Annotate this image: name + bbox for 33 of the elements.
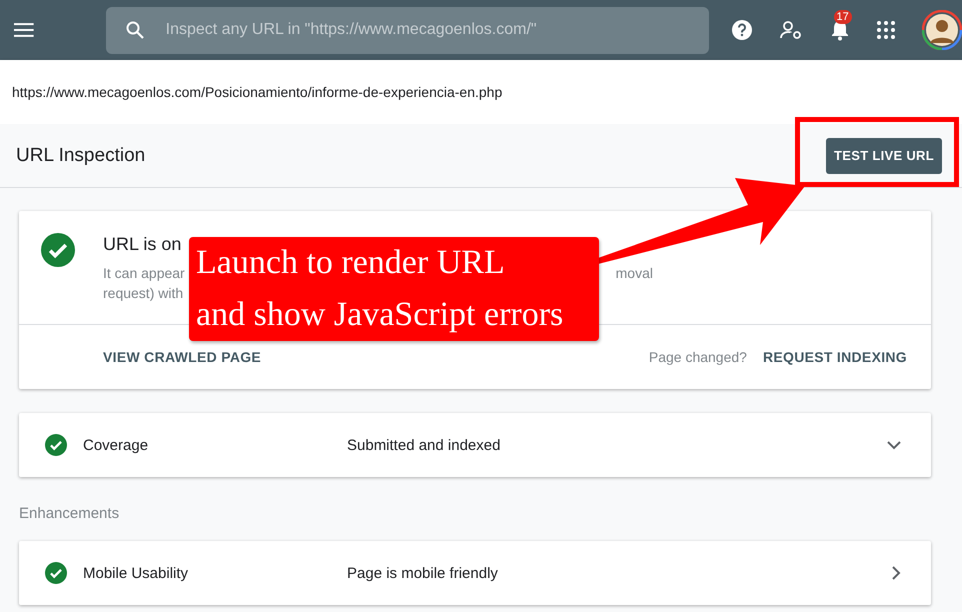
- search-field[interactable]: Inspect any URL in "https://www.mecagoenlos.com/": [106, 6, 710, 54]
- callout-text: Launch to render URL: [196, 243, 506, 283]
- notification-count: 17: [834, 10, 852, 24]
- status-title: URL is on: [103, 234, 182, 255]
- help-icon[interactable]: [731, 19, 754, 41]
- chevron-right-icon[interactable]: [892, 566, 901, 580]
- check-icon: [45, 562, 67, 584]
- status-description: request) with: [103, 284, 184, 303]
- check-icon: [41, 233, 75, 267]
- check-icon: [45, 434, 67, 456]
- chevron-down-icon[interactable]: [887, 440, 901, 450]
- row-status: Submitted and indexed: [347, 436, 502, 454]
- request-indexing-link[interactable]: REQUEST INDEXING: [762, 349, 907, 365]
- row-label: Mobile Usability: [83, 564, 190, 582]
- avatar[interactable]: [922, 10, 962, 50]
- menu-icon[interactable]: [14, 23, 34, 37]
- user-settings-icon[interactable]: [780, 20, 802, 40]
- page-title: URL Inspection: [16, 144, 146, 166]
- apps-grid-icon[interactable]: [876, 21, 895, 39]
- result-row[interactable]: Coverage Submitted and indexed: [19, 413, 931, 477]
- status-description: It can appear: [103, 264, 185, 283]
- view-crawled-page-link[interactable]: VIEW CRAWLED PAGE: [103, 349, 262, 365]
- inspected-url: https://www.mecagoenlos.com/Posicionamiento/informe-de-experiencia-en.php: [12, 84, 502, 100]
- row-status: Page is mobile friendly: [347, 564, 499, 582]
- row-label: Coverage: [83, 436, 150, 454]
- status-description: moval: [616, 264, 653, 283]
- section-heading: Enhancements: [19, 505, 120, 517]
- search-icon: [126, 21, 144, 39]
- result-row[interactable]: Mobile Usability Page is mobile friendly: [19, 541, 931, 605]
- test-live-url-button[interactable]: TEST LIVE URL: [826, 138, 942, 174]
- search-input[interactable]: Inspect any URL in "https://www.mecagoenlos.com/": [164, 20, 710, 40]
- page-changed-text: Page changed?: [648, 349, 747, 365]
- callout-text: and show JavaScript errors: [196, 295, 564, 335]
